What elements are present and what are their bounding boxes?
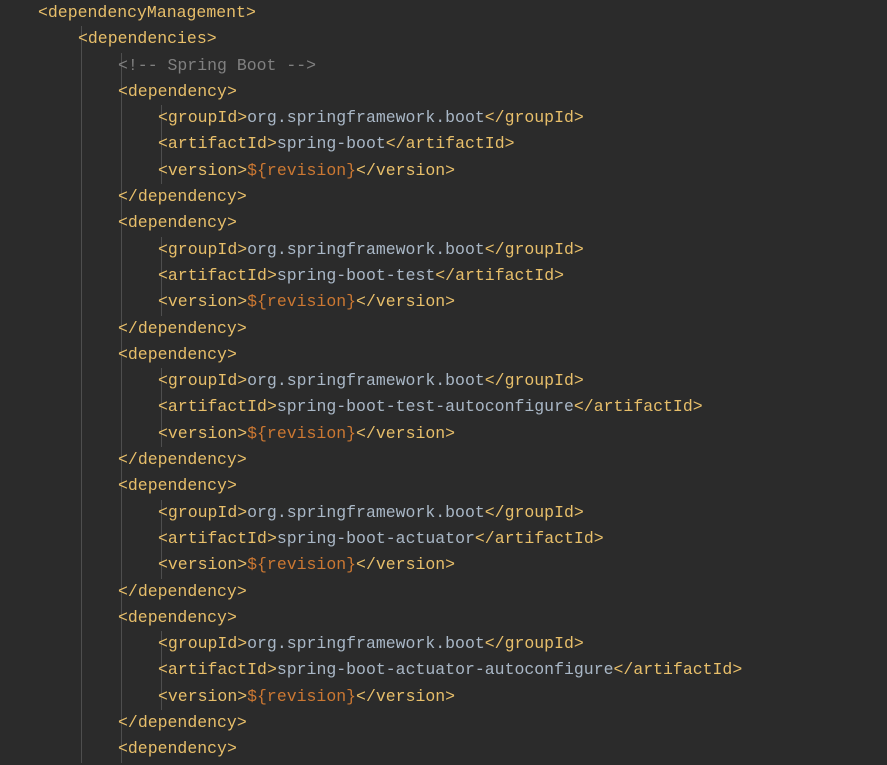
dependencyManagement-open: <dependencyManagement> [38, 0, 256, 26]
groupId: <groupId>org.springframework.boot</group… [158, 631, 584, 657]
groupId: <groupId>org.springframework.boot</group… [158, 500, 584, 526]
version: <version>${revision}</version> [158, 289, 455, 315]
dependency-close: </dependency> [118, 447, 247, 473]
dependency-open: <dependency> [118, 342, 237, 368]
dependency-close: </dependency> [118, 710, 247, 736]
dependency-close: </dependency> [118, 184, 247, 210]
dependency-close: </dependency> [118, 579, 247, 605]
artifactId: <artifactId>spring-boot-test-autoconfigu… [158, 394, 703, 420]
dependency-open: <dependency> [118, 605, 237, 631]
dependency-open: <dependency> [118, 210, 237, 236]
comment-spring-boot: <!-- Spring Boot --> [118, 53, 316, 79]
dependencies-open: <dependencies> [78, 26, 217, 52]
dependency-close: </dependency> [118, 316, 247, 342]
dependency-open: <dependency> [118, 79, 237, 105]
dependency-open: <dependency> [118, 736, 237, 762]
version: <version>${revision}</version> [158, 158, 455, 184]
artifactId: <artifactId>spring-boot-test</artifactId… [158, 263, 564, 289]
version: <version>${revision}</version> [158, 684, 455, 710]
dependency-open: <dependency> [118, 473, 237, 499]
groupId: <groupId>org.springframework.boot</group… [158, 237, 584, 263]
artifactId: <artifactId>spring-boot-actuator</artifa… [158, 526, 604, 552]
groupId: <groupId>org.springframework.boot</group… [158, 105, 584, 131]
artifactId: <artifactId>spring-boot-actuator-autocon… [158, 657, 742, 683]
version: <version>${revision}</version> [158, 421, 455, 447]
code-editor: <dependencyManagement><dependencies><!--… [0, 0, 887, 763]
artifactId: <artifactId>spring-boot</artifactId> [158, 131, 515, 157]
groupId: <groupId>org.springframework.boot</group… [158, 368, 584, 394]
version: <version>${revision}</version> [158, 552, 455, 578]
